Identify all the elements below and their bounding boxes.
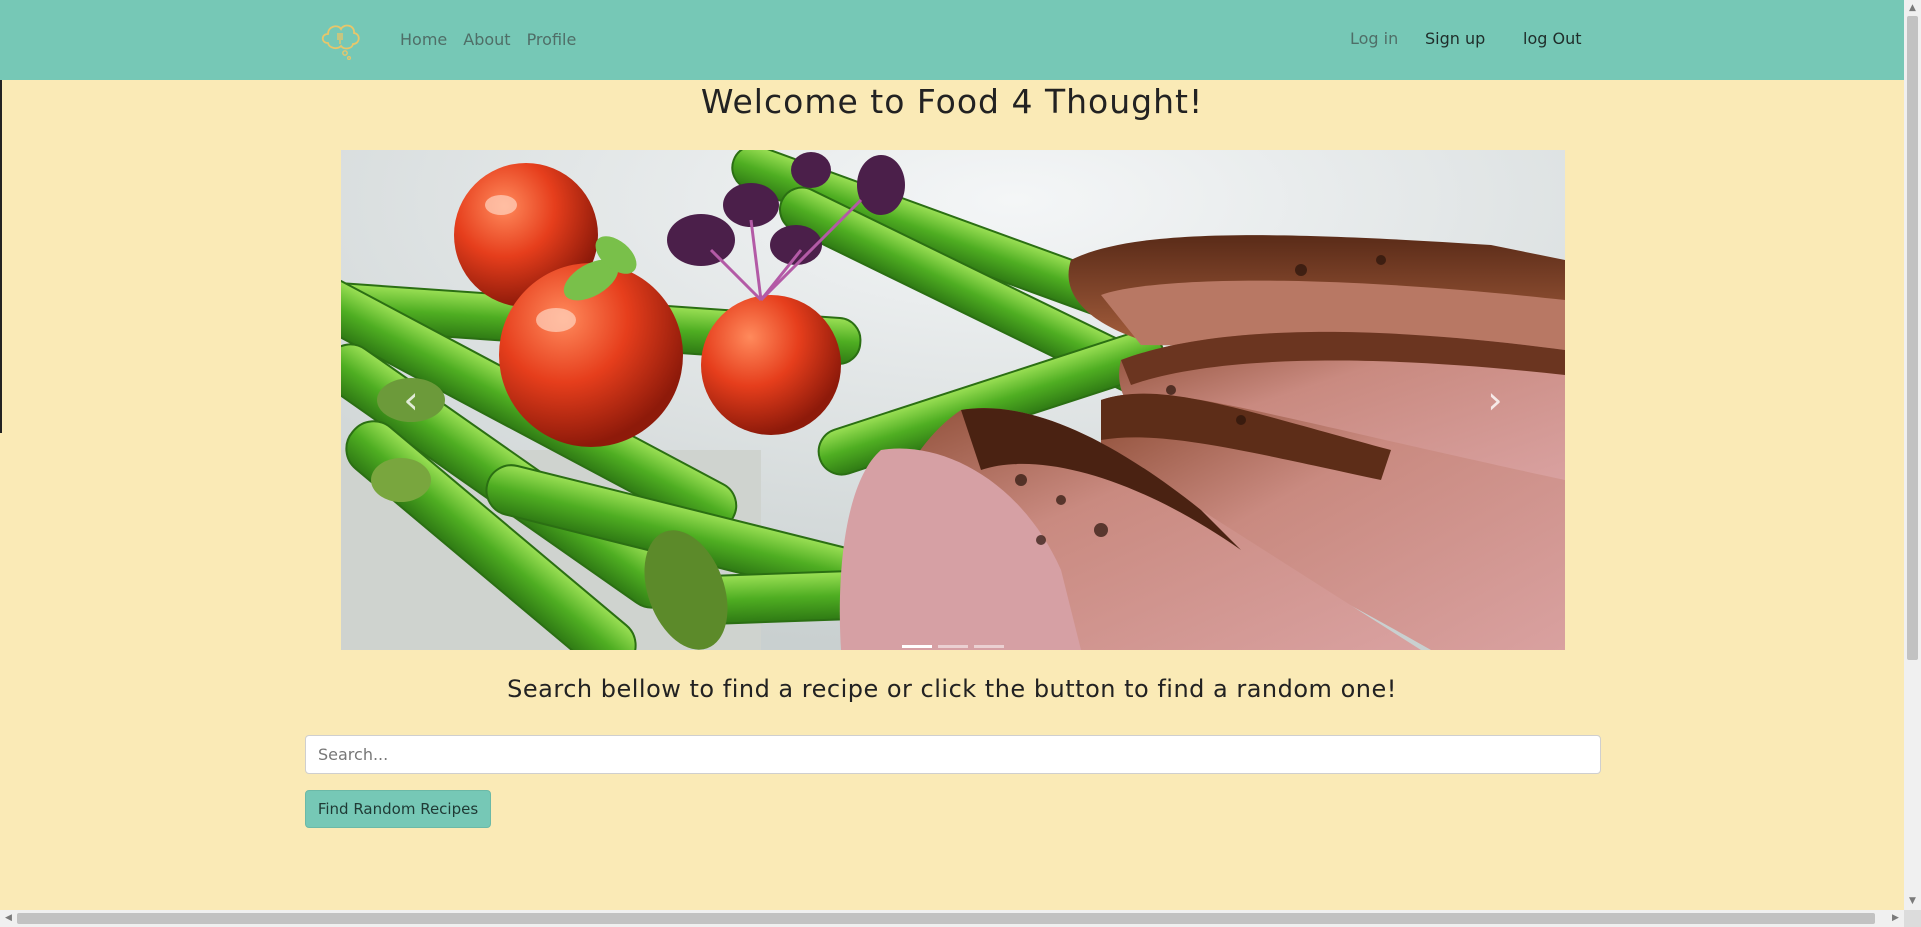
food-4-thought-logo[interactable] (318, 16, 364, 62)
find-random-recipes-button[interactable]: Find Random Recipes (305, 790, 491, 828)
page-title: Welcome to Food 4 Thought! (700, 82, 1204, 121)
scroll-left-arrow-icon[interactable]: ◀ (0, 910, 17, 927)
carousel-indicator-1[interactable] (902, 645, 932, 648)
recipe-search-input[interactable] (305, 735, 1601, 774)
logout-link[interactable]: log Out (1523, 29, 1581, 48)
nav-profile-link[interactable]: Profile (527, 30, 577, 49)
carousel-next-button[interactable]: › (1465, 370, 1525, 430)
horizontal-scrollbar-thumb[interactable] (17, 913, 1875, 924)
image-carousel: ‹ › (341, 150, 1565, 650)
scrollbar-corner (1904, 910, 1921, 927)
nav-home-link[interactable]: Home (400, 30, 447, 49)
vertical-scrollbar-thumb[interactable] (1907, 16, 1918, 660)
signup-link[interactable]: Sign up (1425, 29, 1485, 48)
scroll-right-arrow-icon[interactable]: ▶ (1887, 910, 1904, 927)
carousel-prev-button[interactable]: ‹ (381, 370, 441, 430)
top-navbar: Home About Profile Log in Sign up log Ou… (0, 0, 1904, 80)
scroll-down-arrow-icon[interactable]: ▼ (1904, 893, 1921, 910)
scroll-up-arrow-icon[interactable]: ▲ (1904, 0, 1921, 17)
login-link[interactable]: Log in (1350, 29, 1398, 48)
carousel-slide-image (341, 150, 1565, 650)
nav-about-link[interactable]: About (463, 30, 510, 49)
carousel-indicators (341, 645, 1565, 648)
carousel-indicator-2[interactable] (938, 645, 968, 648)
carousel-indicator-3[interactable] (974, 645, 1004, 648)
search-instructions: Search bellow to find a recipe or click … (507, 675, 1397, 703)
main-nav: Home About Profile (400, 30, 576, 49)
